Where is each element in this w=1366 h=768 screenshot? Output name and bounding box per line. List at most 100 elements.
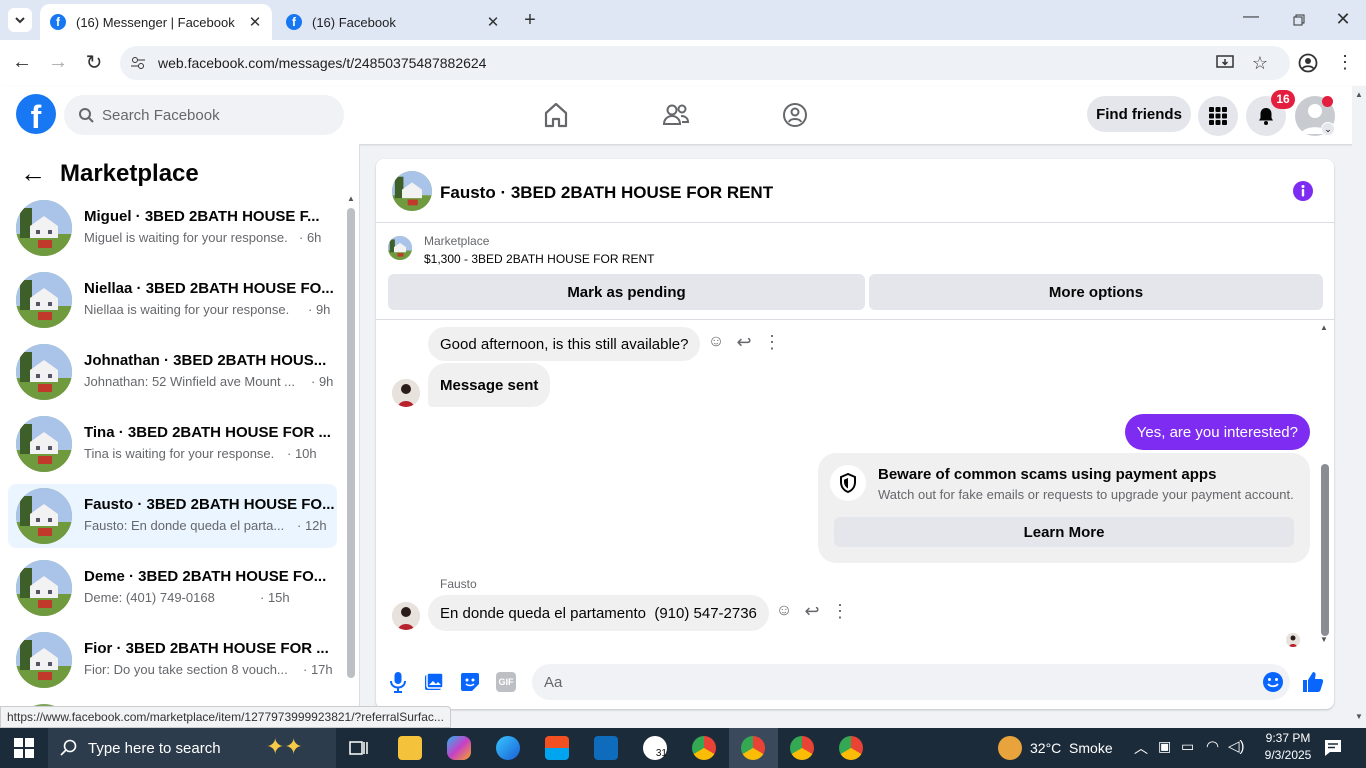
volume-icon[interactable]: ◁) — [1228, 737, 1245, 755]
menu-button[interactable] — [1198, 96, 1238, 136]
facebook-logo-icon[interactable]: f — [16, 94, 56, 134]
minimize-button[interactable]: — — [1236, 8, 1266, 32]
emoji-icon[interactable] — [1262, 671, 1284, 693]
facebook-search-input[interactable]: Search Facebook — [64, 95, 344, 135]
my-message-bubble[interactable]: Yes, are you interested? — [1124, 414, 1310, 450]
new-tab-button[interactable]: + — [518, 8, 542, 32]
site-settings-icon[interactable] — [130, 55, 146, 71]
sidebar-scroll-up-icon[interactable]: ▲ — [347, 194, 355, 203]
home-icon[interactable] — [539, 98, 573, 132]
chat-avatar[interactable] — [392, 171, 432, 211]
conversation-item[interactable]: Johnathan · 3BED 2BATH HOUS... Johnathan:… — [8, 340, 337, 404]
weather-icon[interactable] — [998, 736, 1022, 760]
browser-menu-icon[interactable]: ⋮ — [1336, 50, 1354, 74]
back-button[interactable]: ← — [10, 51, 34, 75]
taskbar-search[interactable]: Type here to search ✦✦ — [48, 728, 336, 768]
page-scroll-up-icon[interactable]: ▲ — [1355, 90, 1363, 99]
restore-button[interactable] — [1284, 8, 1314, 32]
react-emoji-icon[interactable]: ☺ — [706, 333, 726, 353]
tab-messenger[interactable]: f (16) Messenger | Facebook ✕ — [40, 4, 272, 40]
sender-avatar[interactable] — [392, 602, 420, 630]
store-icon[interactable] — [545, 736, 569, 760]
profile-icon[interactable] — [1298, 53, 1318, 73]
clock-time[interactable]: 9:37 PM — [1258, 731, 1318, 745]
conversation-item[interactable]: Fausto · 3BED 2BATH HOUSE FO... Fausto: E… — [8, 484, 337, 548]
weather-text[interactable]: 32°C Smoke — [1030, 740, 1113, 756]
friends-icon[interactable] — [659, 98, 693, 132]
tray-chevron-icon[interactable]: ︿ — [1134, 738, 1148, 758]
chat-title[interactable]: Fausto · 3BED 2BATH HOUSE FOR RENT — [440, 183, 773, 203]
address-bar[interactable]: web.facebook.com/messages/t/248503754878… — [120, 46, 1290, 80]
conversation-title: Niellaa · 3BED 2BATH HOUSE FO... — [84, 280, 334, 297]
account-chevron-icon[interactable]: ⌄ — [1321, 122, 1335, 136]
conversation-item[interactable]: Niellaa · 3BED 2BATH HOUSE FO... Niellaa … — [8, 268, 337, 332]
outlook-icon[interactable] — [594, 736, 618, 760]
conversation-item[interactable]: Tina · 3BED 2BATH HOUSE FOR ... Tina is w… — [8, 412, 337, 476]
reply-icon[interactable]: ↩ — [734, 332, 754, 352]
back-arrow-icon[interactable]: ← — [20, 158, 46, 189]
conversation-time: · 9h — [308, 302, 331, 317]
chrome-profile-h-icon[interactable] — [692, 736, 716, 760]
sidebar-title: Marketplace — [60, 159, 199, 187]
more-options-button[interactable]: More options — [869, 274, 1323, 310]
listing-avatar — [16, 488, 72, 544]
photo-attach-icon[interactable] — [424, 672, 444, 692]
battery-icon[interactable]: ▭ — [1181, 738, 1194, 755]
listing-thumbnail[interactable] — [388, 236, 412, 260]
listing-avatar — [16, 560, 72, 616]
message-bubble[interactable]: Good afternoon, is this still available? — [428, 327, 701, 361]
bookmark-star-icon[interactable]: ☆ — [1252, 53, 1268, 74]
clock-date[interactable]: 9/3/2025 — [1258, 748, 1318, 762]
sticker-icon[interactable] — [460, 672, 480, 692]
listing-title[interactable]: $1,300 - 3BED 2BATH HOUSE FOR RENT — [424, 252, 655, 266]
notification-badge: 16 — [1271, 90, 1295, 109]
groups-icon[interactable] — [778, 98, 812, 132]
more-actions-icon[interactable]: ⋮ — [830, 601, 850, 621]
chrome-active-icon[interactable] — [741, 736, 765, 760]
forward-button[interactable]: → — [46, 51, 70, 75]
message-bubble[interactable]: Message sent — [428, 363, 551, 407]
chat-scrollbar[interactable] — [1321, 464, 1329, 636]
find-friends-button[interactable]: Find friends — [1087, 96, 1191, 132]
task-view-icon[interactable] — [348, 737, 370, 759]
sender-name: Fausto — [440, 577, 477, 591]
reply-icon[interactable]: ↩ — [802, 601, 822, 621]
close-window-button[interactable]: ✕ — [1330, 6, 1356, 32]
page-scroll-down-icon[interactable]: ▼ — [1355, 712, 1363, 721]
message-bubble[interactable]: En donde queda el partamento (910) 547-2… — [428, 595, 769, 631]
more-actions-icon[interactable]: ⋮ — [762, 332, 782, 352]
sidebar-scrollbar[interactable] — [347, 208, 355, 678]
thumbs-up-icon[interactable] — [1301, 670, 1325, 694]
conversation-item[interactable]: Deme · 3BED 2BATH HOUSE FO... Deme: (401)… — [8, 556, 337, 620]
copilot-icon[interactable] — [447, 736, 471, 760]
search-placeholder: Search Facebook — [102, 106, 220, 124]
gif-button[interactable]: GIF — [496, 672, 516, 692]
info-icon[interactable] — [1292, 180, 1314, 202]
meet-now-icon[interactable]: ▣ — [1158, 738, 1171, 755]
chrome-profile-icon[interactable] — [790, 736, 814, 760]
learn-more-button[interactable]: Learn More — [834, 517, 1294, 547]
install-app-icon[interactable] — [1216, 54, 1234, 72]
notification-center-icon[interactable] — [1324, 739, 1342, 757]
chat-scroll-down-icon[interactable]: ▼ — [1320, 635, 1328, 644]
file-explorer-icon[interactable] — [398, 736, 422, 760]
edge-icon[interactable] — [496, 736, 520, 760]
sender-avatar[interactable] — [392, 379, 420, 407]
message-input[interactable]: Aa — [532, 664, 1290, 700]
chrome-calendar-icon[interactable]: 31 — [643, 736, 667, 760]
wifi-icon[interactable]: ◠ — [1206, 737, 1219, 755]
reload-button[interactable]: ↻ — [82, 50, 106, 74]
react-emoji-icon[interactable]: ☺ — [774, 602, 794, 622]
conversation-item[interactable]: Fior · 3BED 2BATH HOUSE FOR ... Fior: Do … — [8, 628, 337, 692]
close-tab-icon[interactable]: ✕ — [246, 13, 264, 31]
page-scrollbar[interactable]: ▲ ▼ — [1352, 86, 1366, 728]
tab-facebook[interactable]: f (16) Facebook ✕ — [276, 4, 510, 40]
mark-pending-button[interactable]: Mark as pending — [388, 274, 865, 310]
chat-scroll-up-icon[interactable]: ▲ — [1320, 323, 1328, 332]
conversation-item[interactable]: Miguel · 3BED 2BATH HOUSE F... Miguel is … — [8, 196, 337, 260]
windows-start-icon[interactable] — [14, 738, 34, 758]
chrome-profile-icon[interactable] — [839, 736, 863, 760]
close-tab-icon[interactable]: ✕ — [484, 13, 502, 31]
microphone-icon[interactable] — [389, 671, 407, 693]
tab-search-dropdown[interactable] — [8, 8, 32, 32]
